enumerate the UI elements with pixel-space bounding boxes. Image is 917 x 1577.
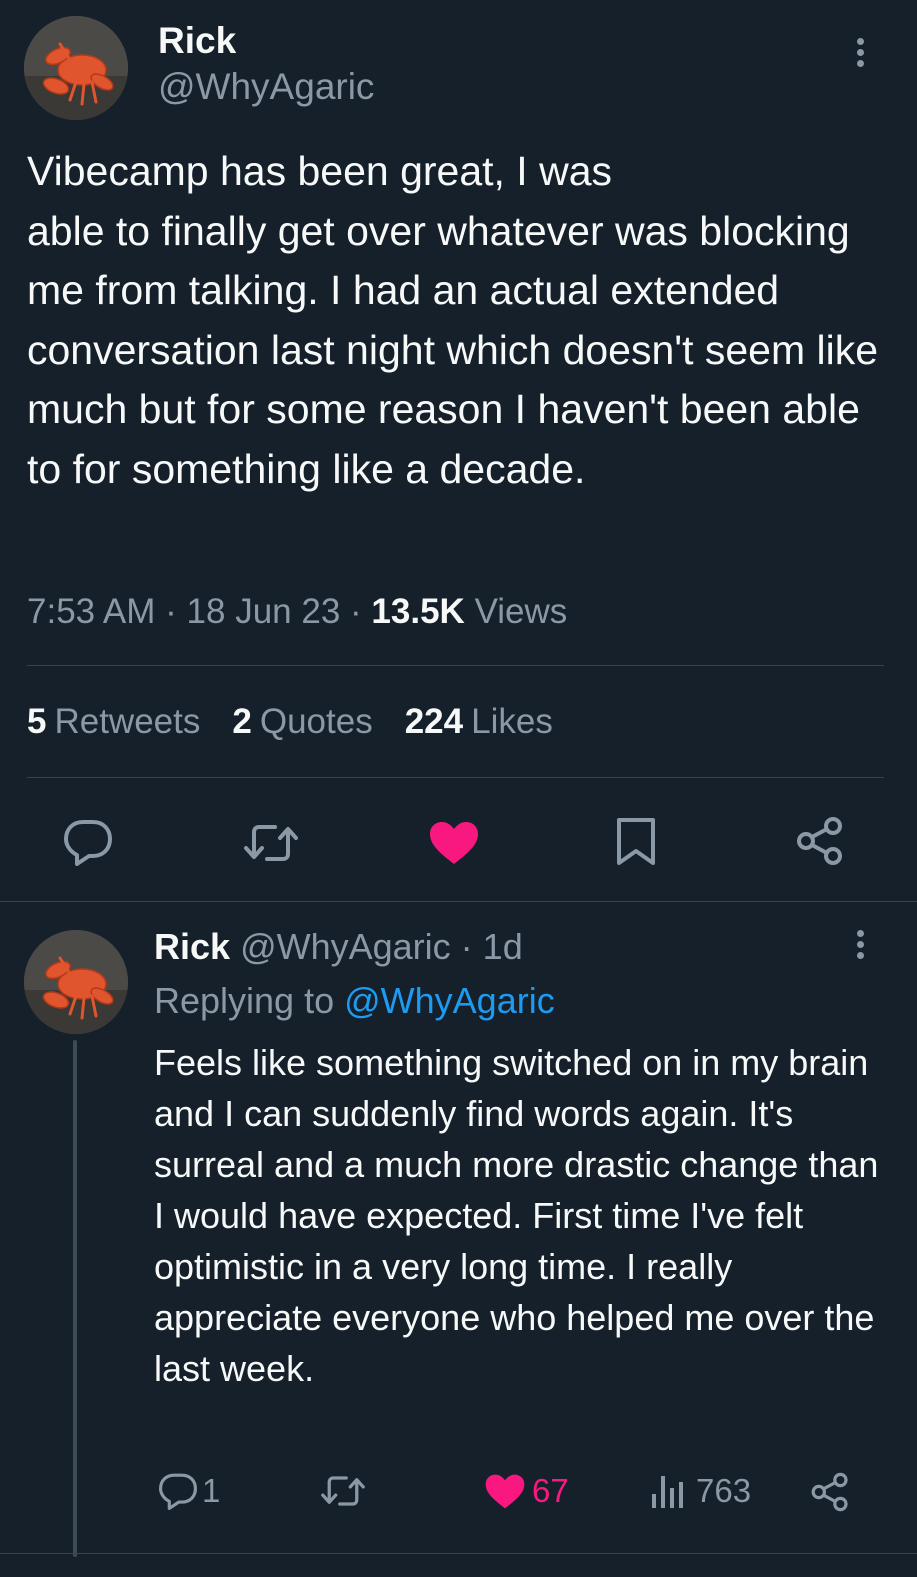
author-name[interactable]: Rick [158, 20, 236, 62]
separator: · [460, 926, 483, 967]
retweet-icon [321, 1476, 365, 1506]
bookmark-button[interactable] [615, 816, 657, 868]
views-count: 13.5K [371, 592, 465, 631]
reply-share-button[interactable] [810, 1472, 850, 1512]
reply-like-button[interactable]: 67 [484, 1472, 569, 1510]
likes-count: 224 [404, 702, 464, 741]
reply-author-name[interactable]: Rick [154, 926, 230, 967]
quotes-label: Quotes [259, 702, 373, 741]
heart-icon [485, 1474, 525, 1508]
retweet-icon [244, 825, 298, 861]
views-label: Views [474, 592, 568, 631]
retweets-stat[interactable]: 5 Retweets [27, 702, 200, 742]
quotes-count: 2 [232, 702, 252, 741]
tweet-meta: 7:53 AM · 18 Jun 23 · 13.5K Views [27, 592, 567, 632]
author-handle[interactable]: @WhyAgaric [158, 66, 374, 108]
divider [27, 665, 884, 666]
reply-text: Feels like something switched on in my b… [154, 1042, 879, 1389]
like-button[interactable] [428, 820, 480, 866]
heart-icon [430, 822, 478, 864]
reply-age[interactable]: 1d [483, 926, 523, 967]
likes-stat[interactable]: 224 Likes [405, 702, 553, 742]
reply-retweet-button[interactable] [320, 1474, 366, 1508]
reply-reply-button[interactable]: 1 [158, 1472, 220, 1510]
more-icon[interactable] [850, 34, 870, 78]
share-icon [797, 817, 842, 865]
reply-count: 1 [202, 1472, 221, 1509]
retweets-count: 5 [27, 702, 47, 741]
bookmark-icon [617, 818, 655, 865]
divider [0, 901, 917, 902]
engagement-stats: 5 Retweets 2 Quotes 224 Likes [27, 702, 553, 742]
reply-avatar[interactable] [24, 930, 128, 1034]
reply-header: Rick @WhyAgaric · 1d [154, 926, 523, 968]
replying-to: Replying to @WhyAgaric [154, 980, 555, 1022]
avatar[interactable] [24, 16, 128, 120]
tweet-date[interactable]: 18 Jun 23 [187, 592, 341, 631]
more-icon[interactable] [850, 926, 870, 970]
quotes-stat[interactable]: 2 Quotes [232, 702, 372, 742]
reply-like-count: 67 [532, 1472, 569, 1509]
views-icon [652, 1476, 683, 1508]
likes-label: Likes [471, 702, 553, 741]
share-button[interactable] [795, 816, 845, 866]
separator: · [165, 592, 187, 631]
thread-line [73, 1040, 77, 1557]
retweet-button[interactable] [243, 822, 299, 864]
replying-label: Replying to [154, 980, 335, 1021]
retweets-label: Retweets [54, 702, 201, 741]
reply-views-button[interactable]: 763 [650, 1472, 751, 1510]
reply-views-count: 763 [696, 1472, 752, 1509]
divider [0, 1553, 917, 1554]
reply-author-handle[interactable]: @WhyAgaric [240, 926, 451, 967]
share-icon [811, 1472, 848, 1512]
reply-button[interactable] [63, 818, 113, 866]
tweet-time[interactable]: 7:53 AM [27, 592, 155, 631]
tweet-text: Vibecamp has been great, I was able to f… [27, 148, 879, 492]
divider [27, 777, 884, 778]
replying-handle-link[interactable]: @WhyAgaric [344, 980, 555, 1021]
separator: · [350, 592, 372, 631]
reply-icon [159, 1473, 198, 1510]
reply-icon [64, 820, 112, 866]
